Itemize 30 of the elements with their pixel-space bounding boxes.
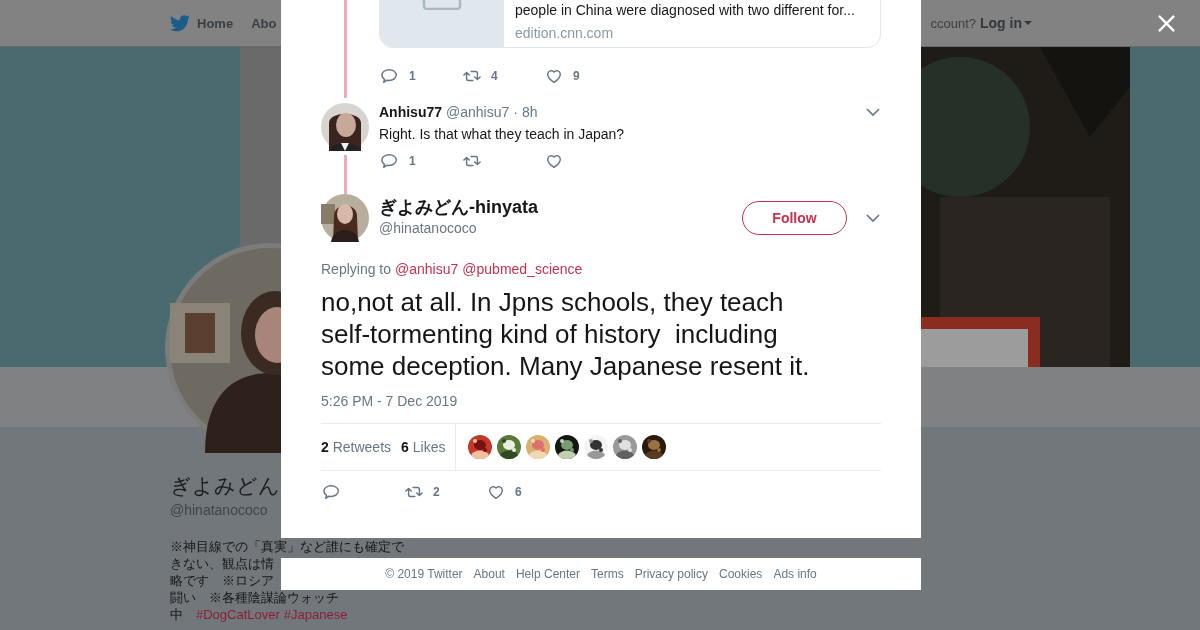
tweet-timestamp: 5:26 PM - 7 Dec 2019 <box>321 393 459 409</box>
footer-link[interactable]: © 2019 Twitter <box>385 567 463 581</box>
caret-icon <box>1024 21 1032 25</box>
document-icon <box>422 0 462 10</box>
link-title: people in China were diagnosed with two different for... <box>515 1 855 20</box>
footer-link[interactable]: About <box>473 567 505 581</box>
close-icon[interactable] <box>1157 14 1176 33</box>
footer-link[interactable]: Privacy policy <box>634 567 708 581</box>
action-count: 6 <box>515 485 522 499</box>
footer-link[interactable]: Ads info <box>773 567 817 581</box>
footer-link[interactable]: Help Center <box>515 567 580 581</box>
link-domain: edition.cnn.com <box>515 24 615 43</box>
profile-name: ぎよみどん <box>170 473 280 499</box>
account-prompt: ccount? <box>930 15 976 31</box>
action-count: 2 <box>433 485 440 499</box>
retweets-count[interactable]: 2 Retweets <box>321 439 392 455</box>
bio-text: 中 <box>170 607 183 622</box>
bio-text: 闘い ※各種陰謀論ウォッチ <box>170 589 339 606</box>
nav-link[interactable]: Abo <box>251 15 277 31</box>
likes-count[interactable]: 6 Likes <box>401 439 446 455</box>
nav-link[interactable]: Home <box>197 15 234 31</box>
heart-icon[interactable] <box>487 483 505 501</box>
link-card[interactable]: people in China were diagnosed with two different for... edition.cnn.com <box>379 0 881 48</box>
login-link[interactable]: Log in <box>980 15 1032 31</box>
footer-link[interactable]: Terms <box>591 567 624 581</box>
bio-text: ※神目線での「真実」など誰にも確定で <box>170 538 404 555</box>
bio-text: 略です ※ロシア <box>170 572 274 589</box>
footer-link[interactable]: Cookies <box>719 567 763 581</box>
bio-text: きない、観点は情 <box>170 555 274 572</box>
reply-icon[interactable] <box>323 483 341 501</box>
